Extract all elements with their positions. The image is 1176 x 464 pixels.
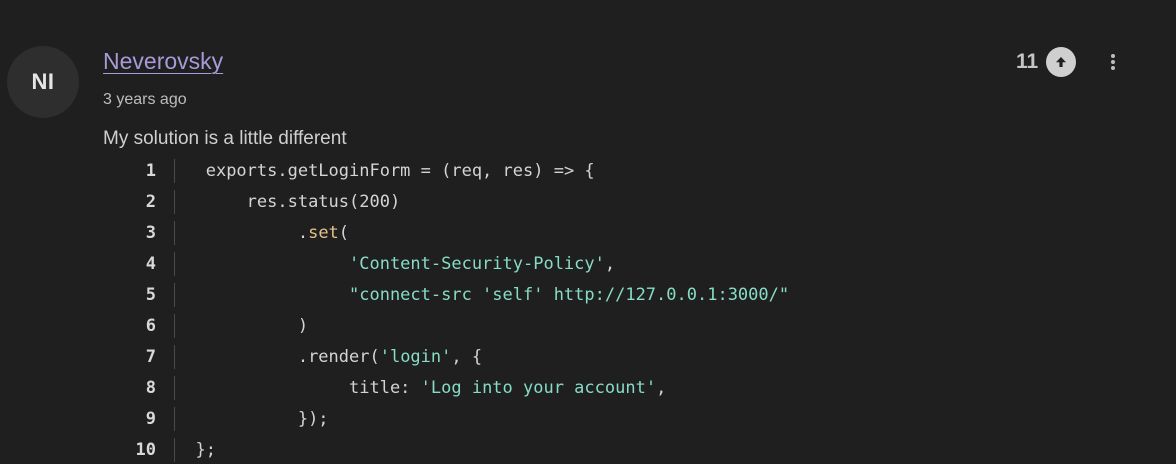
code-text: .render('login', { (175, 347, 482, 367)
line-number: 8 (145, 377, 156, 398)
code-token: exports.getLoginForm = (req, res) => { (205, 160, 595, 181)
code-text: res.status(200) (175, 191, 401, 212)
code-text: .set( (175, 223, 349, 243)
code-line: 5 "connect-src 'self' http://127.0.0.1:3… (103, 279, 789, 310)
code-line: 1 exports.getLoginForm = (req, res) => { (103, 155, 789, 186)
line-number: 4 (145, 253, 156, 274)
avatar[interactable]: NI (7, 46, 79, 118)
code-token: title: (349, 377, 421, 398)
code-text: }); (175, 409, 329, 429)
comment-text: My solution is a little different (103, 128, 347, 149)
code-line: 4 'Content-Security-Policy', (103, 248, 789, 279)
code-line: 9 }); (103, 403, 789, 434)
author-link[interactable]: Neverovsky (103, 48, 223, 75)
code-token: set (308, 222, 339, 243)
comment-card: NI Neverovsky 3 years ago 11 My solution… (0, 0, 1176, 464)
code-token: . (297, 222, 309, 243)
code-line: 2 res.status(200) (103, 186, 789, 217)
code-token: 'Log into your account' (420, 377, 657, 398)
code-line: 7 .render('login', { (103, 341, 789, 372)
code-token: , { (451, 346, 483, 367)
code-text: "connect-src 'self' http://127.0.0.1:300… (175, 285, 789, 305)
line-number: 5 (145, 284, 156, 305)
code-token: 'Content-Security-Policy' (349, 253, 605, 274)
line-number: 6 (145, 315, 156, 336)
line-number: 1 (145, 160, 156, 181)
code-token: , (656, 377, 667, 398)
code-text: }; (175, 439, 216, 460)
vote-count: 11 (1016, 50, 1039, 73)
code-text: ) (175, 316, 308, 336)
more-vertical-icon (1111, 54, 1115, 70)
code-token: ) (297, 315, 309, 336)
comment-timestamp: 3 years ago (103, 91, 187, 108)
arrow-up-icon (1056, 57, 1067, 67)
code-line: 10 }; (103, 434, 789, 464)
line-number: 9 (145, 408, 156, 429)
code-token: .render( (297, 346, 380, 367)
avatar-initials: NI (31, 69, 55, 94)
code-token: , (604, 253, 616, 274)
code-token: res.status(200) (246, 191, 401, 212)
code-token: "connect-src 'self' http://127.0.0.1:300… (349, 284, 790, 305)
code-token: }; (195, 439, 216, 460)
code-line: 8 title: 'Log into your account', (103, 372, 789, 403)
line-number: 2 (145, 191, 156, 212)
code-line: 6 ) (103, 310, 789, 341)
code-line: 3 .set( (103, 217, 789, 248)
line-number: 10 (135, 439, 156, 460)
code-token: 'login' (379, 346, 452, 367)
code-token: ( (338, 222, 350, 243)
code-text: 'Content-Security-Policy', (175, 254, 615, 274)
code-text: exports.getLoginForm = (req, res) => { (175, 161, 595, 181)
code-block: 1 exports.getLoginForm = (req, res) => {… (103, 155, 789, 464)
code-text: title: 'Log into your account', (175, 378, 666, 398)
line-number: 3 (145, 222, 156, 243)
more-options-button[interactable] (1101, 49, 1125, 75)
vote-control: 11 (1016, 47, 1077, 77)
upvote-button[interactable] (1046, 47, 1077, 77)
code-token: }); (297, 408, 329, 429)
line-number: 7 (145, 346, 156, 367)
